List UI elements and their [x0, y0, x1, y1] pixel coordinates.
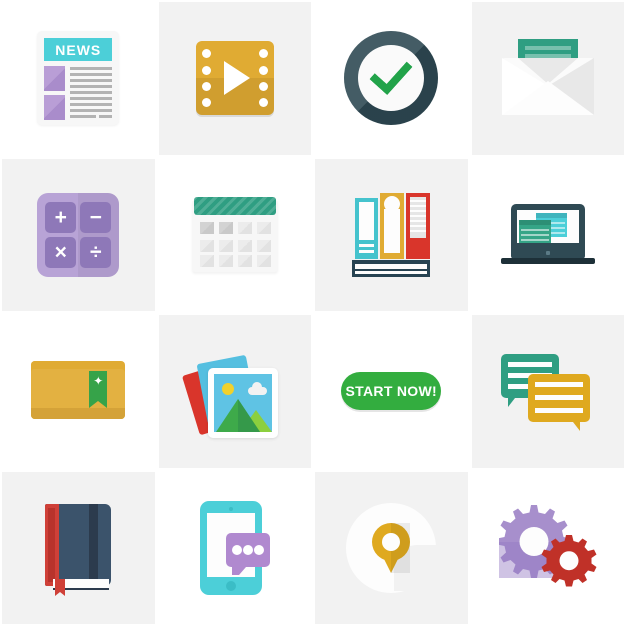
newspaper-text-line [70, 91, 113, 95]
video-film-icon [180, 23, 290, 133]
icon-cell-envelope[interactable] [470, 0, 626, 157]
newspaper-icon: NEWS [23, 23, 133, 133]
icon-cell-photos[interactable] [157, 313, 314, 470]
newspaper-text-line [70, 103, 113, 107]
newspaper-text-line [70, 73, 113, 77]
newspaper-text-line [70, 79, 113, 83]
newspaper-text-line [99, 115, 113, 119]
newspaper-thumbnail-bottom [44, 95, 66, 121]
icon-cell-notebook[interactable] [0, 470, 157, 626]
icon-cell-checkmark[interactable] [313, 0, 470, 157]
laptop-window-front [518, 219, 551, 243]
book-navy-horizontal [352, 259, 431, 277]
book-gold [380, 192, 405, 259]
chat-bubble-gold [527, 374, 590, 432]
sun-icon [221, 383, 234, 396]
books-icon [336, 180, 446, 290]
settings-gears-icon [493, 493, 603, 603]
start-now-button[interactable]: START NOW! [341, 372, 442, 411]
notebook-icon [23, 493, 133, 603]
laptop-icon [493, 180, 603, 290]
map-pin-icon [336, 493, 446, 603]
newspaper-text-line [70, 97, 113, 101]
calendar-icon [180, 180, 290, 290]
phone-message-icon [180, 493, 290, 603]
star-icon: ✦ [93, 374, 104, 389]
newspaper-headline-text: NEWS [55, 41, 102, 58]
calendar-header [193, 196, 276, 215]
calculator-key-minus: − [80, 201, 112, 233]
cloud-icon [247, 382, 267, 396]
calculator-key-multiply: × [45, 236, 77, 268]
check-circle-icon [336, 23, 446, 133]
bookmarked-folder-icon: ✦ [23, 336, 133, 446]
calculator-key-plus: + [45, 201, 77, 233]
icon-cell-start-button[interactable]: START NOW! [313, 313, 470, 470]
icon-cell-gears[interactable] [470, 470, 626, 626]
icon-cell-map-pin[interactable] [313, 470, 470, 626]
calculator-key-divide: ÷ [80, 236, 112, 268]
chat-bubbles-icon [493, 336, 603, 446]
newspaper-thumbnail-top [44, 66, 66, 92]
icon-cell-phone-message[interactable] [157, 470, 314, 626]
icon-cell-calculator[interactable]: + − × ÷ [0, 157, 157, 314]
bookmark-ribbon-icon [55, 578, 66, 596]
open-envelope-icon [493, 23, 603, 133]
calculator-icon: + − × ÷ [23, 180, 133, 290]
icon-cell-chat[interactable] [470, 313, 626, 470]
book-red [406, 192, 431, 259]
play-triangle-icon [223, 61, 250, 96]
icon-cell-books[interactable] [313, 157, 470, 314]
newspaper-text-line [70, 67, 113, 71]
icon-cell-newspaper[interactable]: NEWS [0, 0, 157, 157]
icon-cell-calendar[interactable] [157, 157, 314, 314]
newspaper-masthead: NEWS [44, 38, 113, 62]
book-cyan [355, 197, 379, 259]
photo-stack-icon [180, 336, 290, 446]
icon-cell-folder[interactable]: ✦ [0, 313, 157, 470]
icon-cell-video[interactable] [157, 0, 314, 157]
newspaper-text-line [70, 109, 113, 113]
newspaper-text-line [70, 85, 113, 89]
icon-sheet-grid: NEWS + − × ÷ ✦ START NOW! [0, 0, 626, 626]
gears-svg [496, 504, 597, 587]
message-bubble [225, 532, 270, 575]
newspaper-text-line [70, 115, 97, 119]
start-now-button-icon: START NOW! [336, 336, 446, 446]
icon-cell-laptop[interactable] [470, 157, 626, 314]
